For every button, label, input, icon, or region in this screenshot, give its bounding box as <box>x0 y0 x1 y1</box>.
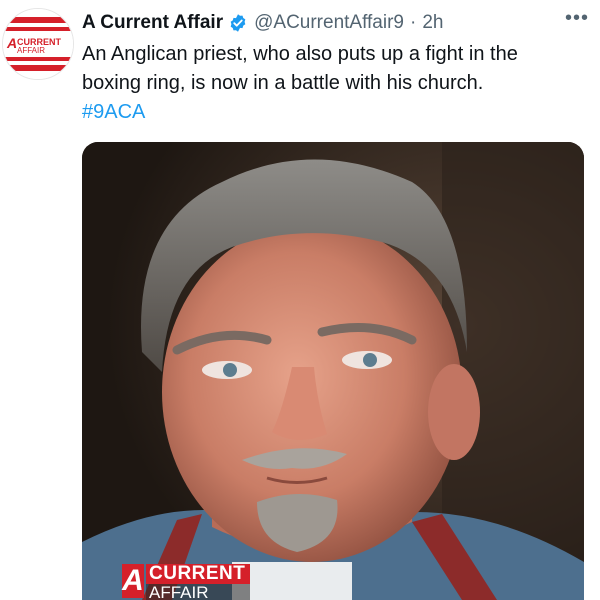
hashtag-link[interactable]: #9ACA <box>82 98 587 127</box>
tweet-text: An Anglican priest, who also puts up a f… <box>82 40 587 127</box>
tweet-media-image[interactable]: A CURRENT AFFAIR <box>82 142 584 600</box>
handle[interactable]: @ACurrentAffair9 <box>254 12 404 34</box>
avatar-logo-line2: AFFAIR <box>17 46 45 55</box>
channel-logo-overlay: A CURRENT AFFAIR <box>122 564 251 600</box>
avatar-logo-letter: A <box>6 35 17 51</box>
tweet-text-line2: boxing ring, is now in a battle with his… <box>82 72 484 94</box>
verified-badge-icon <box>228 13 248 33</box>
channel-logo-line2: AFFAIR <box>146 584 251 600</box>
separator-dot: · <box>410 12 417 33</box>
more-options-icon[interactable]: ••• <box>562 6 592 30</box>
tweet-header: A Current Affair @ACurrentAffair9 · 2h <box>82 10 590 36</box>
current-affair-logo-icon: A CURRENT AFFAIR <box>3 9 73 79</box>
timestamp[interactable]: 2h <box>422 12 443 34</box>
display-name[interactable]: A Current Affair <box>82 12 223 34</box>
tweet-text-line1: An Anglican priest, who also puts up a f… <box>82 43 518 65</box>
channel-logo-line1: CURRENT <box>146 564 251 584</box>
avatar[interactable]: A CURRENT AFFAIR <box>2 8 74 80</box>
photo-of-man-icon <box>82 142 584 600</box>
channel-logo-letter: A <box>122 564 144 598</box>
